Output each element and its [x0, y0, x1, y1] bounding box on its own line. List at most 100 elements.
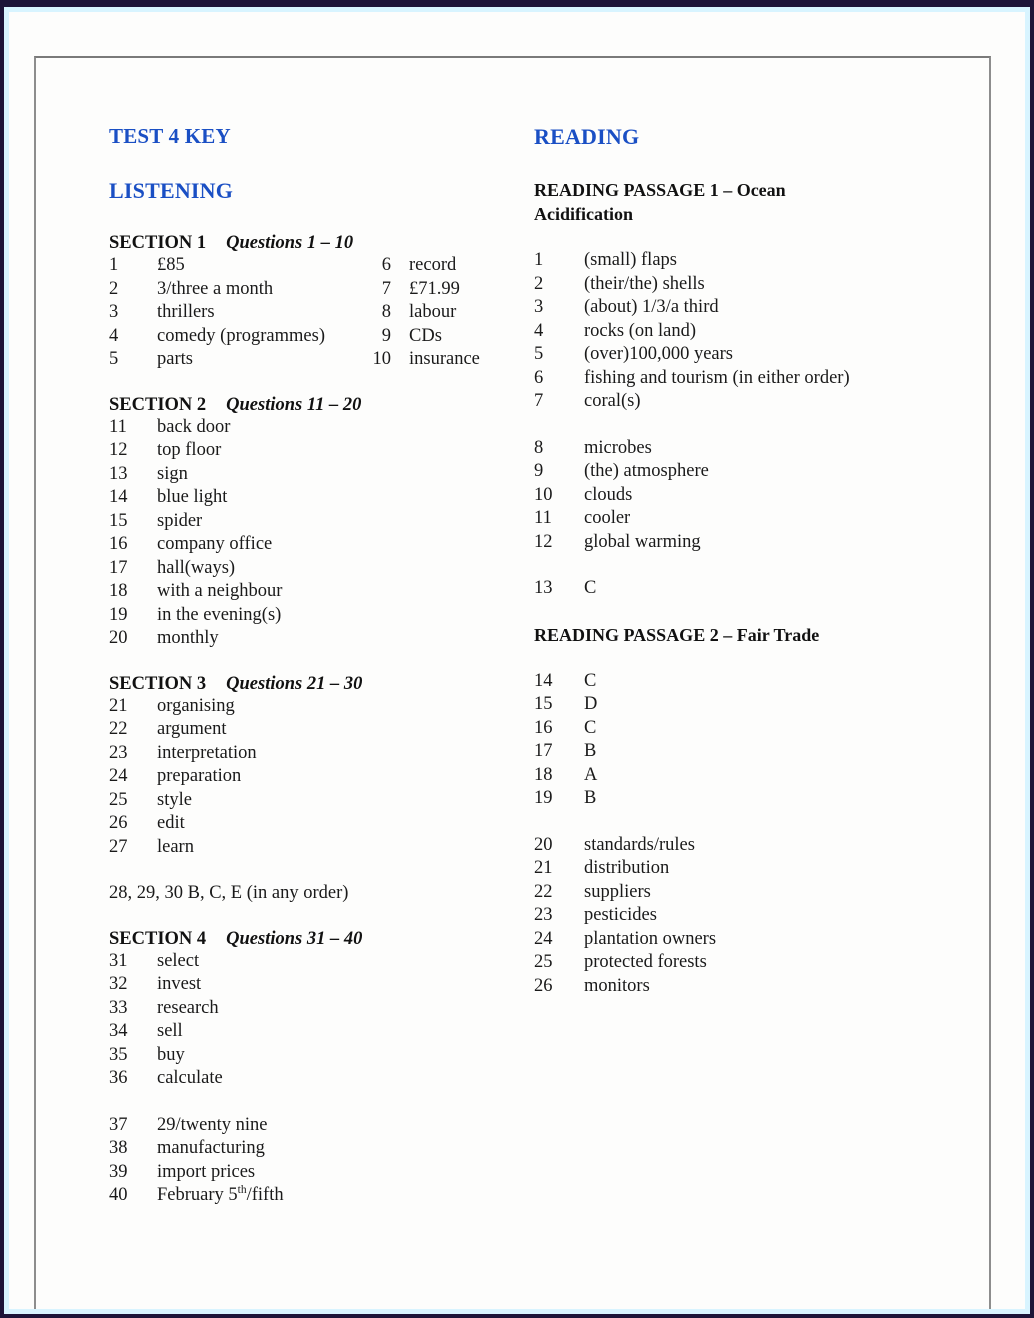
answer-number: 18: [534, 764, 553, 785]
answer-number: 26: [534, 975, 553, 996]
answer-number: 19: [109, 604, 128, 625]
answer-row: 21 organising: [109, 695, 509, 719]
answer-number: 21: [534, 858, 553, 879]
answer-number: 36: [109, 1068, 128, 1089]
answer-row: 5 (over)100,000 years: [534, 343, 954, 367]
page-outer-frame: TEST 4 KEY LISTENING SECTION 1 Questions …: [4, 7, 1030, 1314]
answer-number: 17: [534, 741, 553, 762]
answer-number: 24: [109, 766, 128, 787]
answer-value: buy: [157, 1044, 185, 1065]
answer-number: 3: [534, 297, 544, 318]
section-1-answers: 1 £85 2 3/three a month 3 thrillers 4 co…: [109, 254, 509, 372]
page-sheet: TEST 4 KEY LISTENING SECTION 1 Questions …: [9, 12, 1025, 1309]
answer-value: in the evening(s): [157, 604, 282, 625]
answer-row: 39 import prices: [109, 1161, 509, 1185]
answer-value: coral(s): [584, 391, 641, 412]
answer-number: 18: [109, 581, 128, 602]
section-4-heading: SECTION 4 Questions 31 – 40: [109, 929, 509, 950]
answer-value: February 5th/fifth: [157, 1184, 509, 1208]
answer-number: 10: [372, 349, 392, 370]
answer-row: 19 in the evening(s): [109, 604, 509, 628]
document-content: TEST 4 KEY LISTENING SECTION 1 Questions …: [9, 12, 1025, 1309]
answer-row: 13 C: [534, 577, 954, 601]
answer-row: 22 argument: [109, 718, 509, 742]
answer-number: 37: [109, 1114, 128, 1135]
answer-value: pesticides: [584, 905, 657, 926]
answer-row: 6 fishing and tourism (in either order): [534, 367, 954, 391]
answer-row: 2 (their/the) shells: [534, 273, 954, 297]
section-3-heading: SECTION 3 Questions 21 – 30: [109, 674, 509, 695]
answer-row: 3 (about) 1/3/a third: [534, 296, 954, 320]
section-4-label: SECTION 4: [109, 928, 207, 949]
answer-row: 37 29/twenty nine: [109, 1114, 509, 1138]
answer-value: 3/three a month: [157, 278, 274, 299]
answer-value: microbes: [584, 437, 652, 458]
answer-number: 1: [109, 255, 119, 276]
answer-number: 20: [109, 628, 128, 649]
answer-value: select: [157, 950, 200, 971]
answer-value: global warming: [584, 531, 701, 552]
answer-number: 15: [534, 694, 553, 715]
answer-number: 2: [109, 278, 119, 299]
answer-number: 21: [109, 695, 128, 716]
answer-value: organising: [157, 695, 235, 716]
answer-value: preparation: [157, 766, 242, 787]
answer-value: manufacturing: [157, 1138, 265, 1159]
answer-value: D: [584, 694, 598, 715]
answer-number: 9: [534, 461, 544, 482]
answer-value: invest: [157, 974, 202, 995]
answer-number: 13: [534, 578, 553, 599]
answer-value: plantation owners: [584, 928, 717, 949]
answer-row: 2 3/three a month: [109, 278, 379, 302]
answer-row: 4 comedy (programmes): [109, 325, 379, 349]
answer-number: 14: [534, 670, 553, 691]
answer-number: 14: [109, 487, 128, 508]
section-2-answers: 11 back door 12 top floor 13 sign 14 blu…: [109, 416, 509, 651]
answer-number: 39: [109, 1161, 128, 1182]
answer-row: 18 A: [534, 764, 954, 788]
answer-row: 4 rocks (on land): [534, 320, 954, 344]
answer-number: 4: [534, 320, 544, 341]
section-1-heading: SECTION 1 Questions 1 – 10: [109, 233, 509, 254]
answer-number: 16: [109, 534, 128, 555]
answer-value: parts: [157, 349, 193, 370]
answer-number: 6: [381, 255, 391, 276]
answer-number: 8: [381, 302, 391, 323]
answer-row: 1 (small) flaps: [534, 249, 954, 273]
answer-value: import prices: [157, 1161, 256, 1182]
answer-value: research: [157, 997, 219, 1018]
answer-value: suppliers: [584, 881, 651, 902]
answer-number: 34: [109, 1021, 128, 1042]
answer-number: 25: [109, 789, 128, 810]
answer-number: 13: [109, 463, 128, 484]
answer-value: C: [584, 578, 597, 599]
answer-row: 33 research: [109, 997, 509, 1021]
answer-number: 12: [109, 440, 128, 461]
section-3-multi-answer-note: 28, 29, 30 B, C, E (in any order): [109, 883, 349, 904]
answer-row: 1 £85: [109, 254, 379, 278]
answer-row: 14 blue light: [109, 486, 509, 510]
answer-number: 23: [109, 742, 128, 763]
answer-number: 5: [109, 349, 119, 370]
answer-row: 26 edit: [109, 812, 509, 836]
answer-number: 10: [534, 484, 553, 505]
answer-row: 15 D: [534, 693, 954, 717]
section-2-heading: SECTION 2 Questions 11 – 20: [109, 395, 509, 416]
answer-number: 15: [109, 510, 128, 531]
answer-number: 2: [534, 273, 544, 294]
answer-number: 27: [109, 836, 128, 857]
section-3-answers: 21 organising 22 argument 23 interpretat…: [109, 695, 509, 860]
answer-value: standards/rules: [584, 834, 695, 855]
answer-number: 33: [109, 997, 128, 1018]
answer-value: (small) flaps: [584, 250, 677, 271]
answer-row: 12 global warming: [534, 531, 954, 555]
answer-row: 21 distribution: [534, 857, 954, 881]
answer-row-40: 40 February 5th/fifth: [109, 1184, 509, 1208]
answer-number: 40: [109, 1185, 128, 1206]
section-3-questions: Questions 21 – 30: [226, 673, 363, 694]
